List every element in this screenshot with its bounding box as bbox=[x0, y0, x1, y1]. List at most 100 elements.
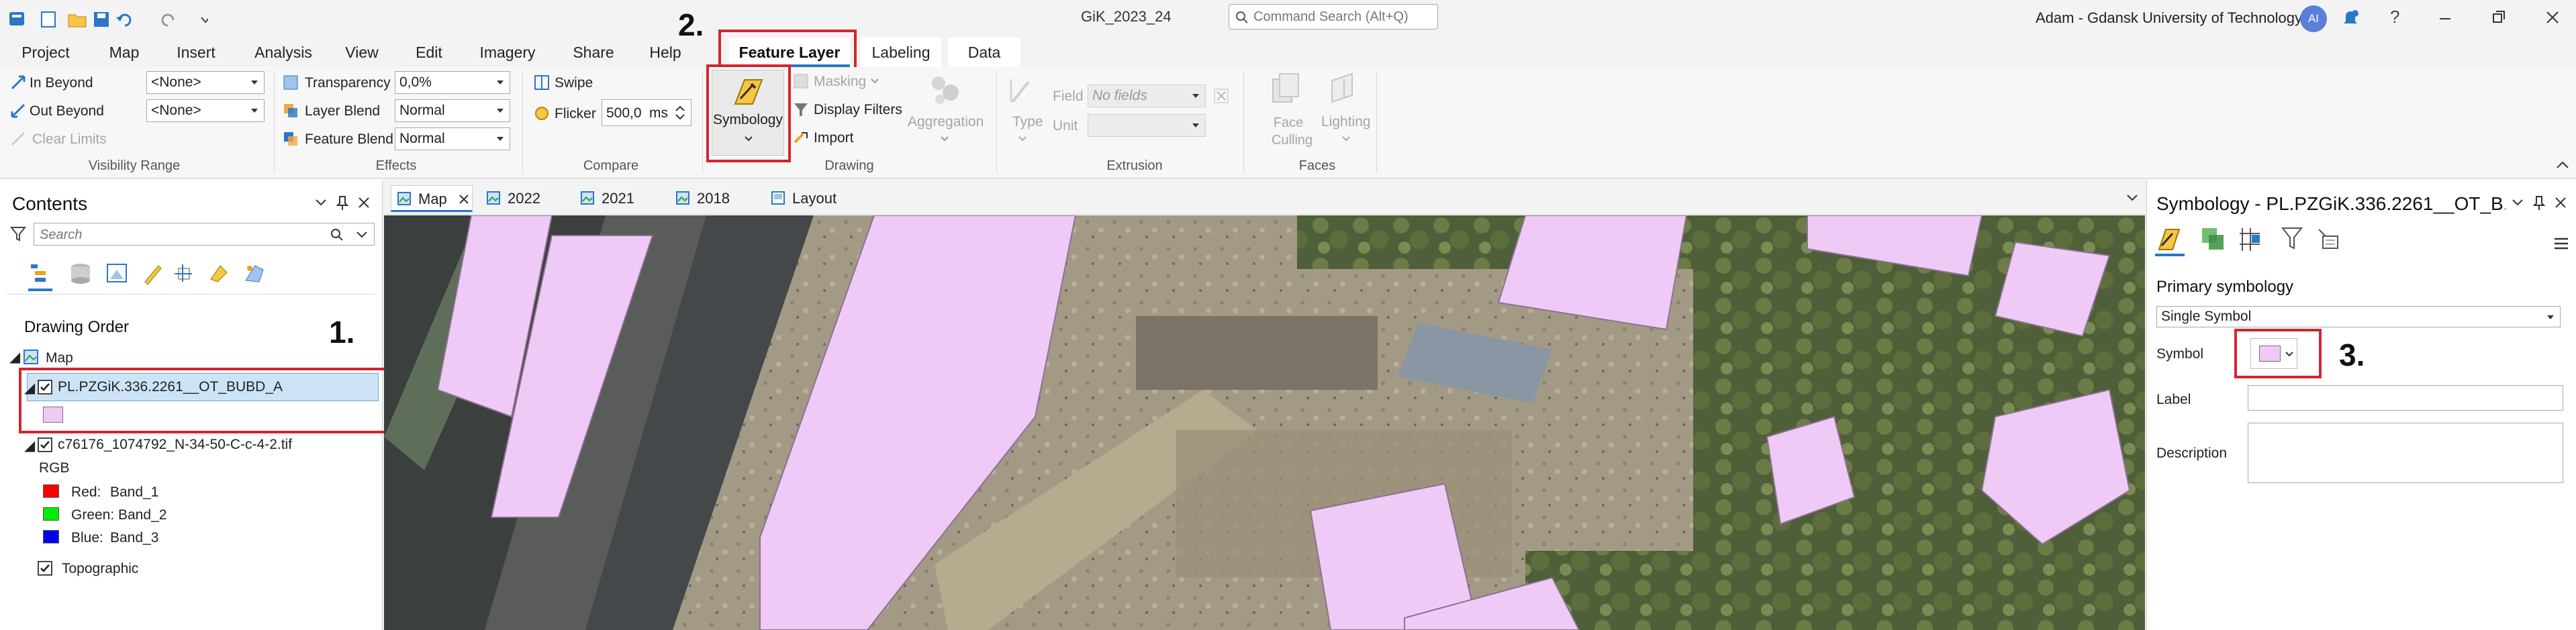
close-window-icon[interactable] bbox=[2544, 9, 2561, 25]
layer-blend-dropdown[interactable]: Normal bbox=[395, 99, 510, 122]
new-project-icon[interactable] bbox=[41, 11, 56, 28]
avatar[interactable]: AI bbox=[2300, 5, 2327, 32]
minimize-icon[interactable] bbox=[2437, 11, 2453, 27]
vary-symbology-icon[interactable] bbox=[2202, 228, 2224, 250]
close-icon[interactable] bbox=[357, 196, 371, 209]
feature-blend-dropdown[interactable]: Normal bbox=[395, 127, 510, 150]
import-button[interactable]: Import bbox=[814, 130, 854, 146]
masking-icon bbox=[794, 74, 808, 89]
save-icon[interactable] bbox=[94, 12, 109, 27]
swipe-button[interactable]: Swipe bbox=[555, 75, 593, 91]
pin-icon[interactable] bbox=[336, 195, 349, 211]
lighting-button[interactable]: Lighting bbox=[1321, 114, 1371, 130]
extrusion-type-icon bbox=[1010, 79, 1030, 103]
menu-icon[interactable] bbox=[2553, 236, 2570, 251]
expression-icon[interactable] bbox=[1212, 87, 1230, 105]
layer2-expander-icon[interactable]: ◢ bbox=[24, 437, 35, 454]
band-swatch-green-fill bbox=[44, 508, 58, 520]
list-by-selection-icon[interactable] bbox=[107, 264, 127, 282]
primary-symbology-tab-icon[interactable] bbox=[2158, 229, 2181, 250]
rgb-label: RGB bbox=[39, 460, 70, 476]
undo-icon[interactable] bbox=[116, 13, 132, 27]
symbology-options-icon[interactable] bbox=[2318, 229, 2338, 249]
open-project-icon[interactable] bbox=[68, 14, 87, 28]
tab-map[interactable]: Map bbox=[101, 38, 148, 67]
extrusion-type-button[interactable]: Type bbox=[1012, 114, 1043, 130]
tab-insert[interactable]: Insert bbox=[169, 38, 223, 67]
map-expander-icon[interactable]: ◢ bbox=[9, 349, 20, 366]
view-tab-2022[interactable]: 2022 bbox=[483, 185, 551, 212]
collapse-ribbon-icon[interactable] bbox=[2555, 160, 2570, 170]
layer2-visibility-checkbox[interactable] bbox=[38, 437, 52, 452]
spin-arrows-icon[interactable] bbox=[672, 103, 688, 123]
masking-button[interactable]: Masking bbox=[814, 74, 866, 90]
flicker-stepper[interactable]: 500,0 ms bbox=[602, 99, 691, 126]
in-beyond-dropdown[interactable]: <None> bbox=[146, 71, 265, 94]
tab-share[interactable]: Share bbox=[567, 38, 620, 67]
contents-search-input[interactable]: Search bbox=[34, 223, 375, 246]
list-by-source-icon[interactable] bbox=[71, 264, 90, 284]
group-faces: Faces bbox=[1298, 158, 1336, 173]
tab-analysis[interactable]: Analysis bbox=[246, 38, 320, 67]
basemap-name[interactable]: Topographic bbox=[62, 561, 138, 577]
transparency-icon bbox=[283, 75, 298, 90]
symbology-type-dropdown[interactable]: Single Symbol bbox=[2156, 306, 2561, 327]
pin-icon[interactable] bbox=[2532, 195, 2546, 211]
symbology-pane-title: Symbology - PL.PZGiK.336.2261__OT_B... bbox=[2156, 193, 2506, 214]
flicker-value: 500,0 bbox=[606, 105, 642, 121]
close-tab-icon[interactable] bbox=[459, 194, 469, 205]
symbology-filter-icon[interactable] bbox=[2281, 227, 2303, 250]
primary-symbology-heading: Primary symbology bbox=[2156, 278, 2294, 296]
view-tab-2018[interactable]: 2018 bbox=[673, 185, 740, 212]
display-filters-button[interactable]: Display Filters bbox=[814, 102, 902, 118]
description-textarea[interactable] bbox=[2248, 423, 2563, 483]
view-tab-layout[interactable]: Layout bbox=[768, 185, 855, 212]
list-by-perspective-icon[interactable] bbox=[245, 265, 264, 282]
symbol-layer-drawing-icon[interactable] bbox=[2240, 228, 2260, 251]
search-icon bbox=[1236, 11, 1248, 23]
annotation-box-layer bbox=[19, 368, 388, 433]
separator bbox=[996, 71, 997, 173]
tab-edit[interactable]: Edit bbox=[406, 38, 452, 67]
view-tab-2021[interactable]: 2021 bbox=[577, 185, 645, 212]
restore-icon[interactable] bbox=[2491, 9, 2507, 25]
list-by-drawing-order-icon[interactable] bbox=[28, 264, 52, 291]
redo-icon[interactable] bbox=[161, 13, 175, 27]
map-node-label[interactable]: Map bbox=[46, 350, 73, 366]
out-beyond-dropdown[interactable]: <None> bbox=[146, 99, 265, 122]
basemap-visibility-checkbox[interactable] bbox=[38, 561, 52, 576]
list-by-snapping-icon[interactable] bbox=[175, 264, 192, 282]
list-by-labeling-icon[interactable] bbox=[210, 265, 228, 282]
contents-title: Contents bbox=[12, 193, 88, 214]
layer2-name[interactable]: c76176_1074792_N-34-50-C-c-4-2.tif bbox=[58, 437, 292, 453]
annotation-3: 3. bbox=[2339, 337, 2365, 372]
view-tab-map[interactable]: Map bbox=[391, 185, 473, 212]
tab-project[interactable]: Project bbox=[19, 38, 73, 67]
unit-dropdown[interactable] bbox=[1088, 114, 1206, 137]
chevron-down-icon[interactable] bbox=[2511, 197, 2524, 208]
map-canvas[interactable] bbox=[384, 215, 2145, 630]
ribbon: In Beyond <None> Out Beyond <None> Clear… bbox=[0, 64, 2576, 178]
command-search-box[interactable]: Command Search (Alt+Q) bbox=[1229, 4, 1438, 30]
notifications-icon[interactable] bbox=[2340, 8, 2360, 28]
filter-icon[interactable] bbox=[9, 224, 27, 243]
chevron-down-icon[interactable] bbox=[2126, 193, 2139, 203]
chevron-down-icon[interactable] bbox=[355, 229, 369, 241]
clear-limits-button[interactable]: Clear Limits bbox=[32, 132, 107, 148]
transparency-field[interactable]: 0,0% bbox=[395, 71, 510, 94]
customize-toolbar-icon[interactable] bbox=[201, 17, 208, 23]
tab-view[interactable]: View bbox=[338, 38, 385, 67]
close-icon[interactable] bbox=[2554, 196, 2567, 209]
aggregation-button[interactable]: Aggregation bbox=[908, 114, 984, 130]
arcgis-logo-icon[interactable] bbox=[9, 12, 24, 25]
tab-imagery[interactable]: Imagery bbox=[474, 38, 541, 67]
field-dropdown[interactable]: No fields bbox=[1088, 85, 1206, 107]
tab-labeling[interactable]: Labeling bbox=[861, 38, 941, 67]
face-culling-button[interactable]: Face Culling bbox=[1272, 114, 1313, 149]
chevron-down-icon[interactable] bbox=[314, 197, 328, 208]
tab-data[interactable]: Data bbox=[948, 38, 1020, 67]
annotation-box-symbology bbox=[706, 64, 791, 162]
label-input[interactable] bbox=[2248, 385, 2563, 411]
list-by-editing-icon[interactable] bbox=[144, 265, 162, 285]
help-icon[interactable]: ? bbox=[2390, 7, 2399, 28]
